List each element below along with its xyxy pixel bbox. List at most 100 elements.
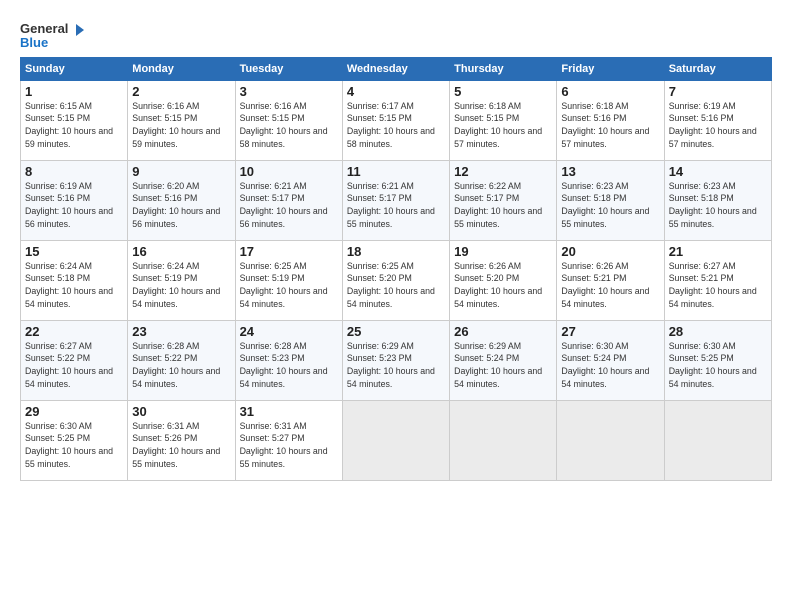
weekday-header-friday: Friday [557, 57, 664, 80]
day-number: 11 [347, 164, 445, 179]
day-number: 21 [669, 244, 767, 259]
calendar-cell: 7Sunrise: 6:19 AMSunset: 5:16 PMDaylight… [664, 80, 771, 160]
weekday-header-saturday: Saturday [664, 57, 771, 80]
day-info: Sunrise: 6:23 AMSunset: 5:18 PMDaylight:… [669, 180, 767, 231]
calendar-week-2: 8Sunrise: 6:19 AMSunset: 5:16 PMDaylight… [21, 160, 772, 240]
day-info: Sunrise: 6:18 AMSunset: 5:15 PMDaylight:… [454, 100, 552, 151]
calendar-week-3: 15Sunrise: 6:24 AMSunset: 5:18 PMDayligh… [21, 240, 772, 320]
day-info: Sunrise: 6:23 AMSunset: 5:18 PMDaylight:… [561, 180, 659, 231]
calendar-cell: 31Sunrise: 6:31 AMSunset: 5:27 PMDayligh… [235, 400, 342, 480]
day-number: 12 [454, 164, 552, 179]
calendar-week-4: 22Sunrise: 6:27 AMSunset: 5:22 PMDayligh… [21, 320, 772, 400]
day-number: 9 [132, 164, 230, 179]
day-info: Sunrise: 6:28 AMSunset: 5:22 PMDaylight:… [132, 340, 230, 391]
calendar-cell: 26Sunrise: 6:29 AMSunset: 5:24 PMDayligh… [450, 320, 557, 400]
calendar-week-5: 29Sunrise: 6:30 AMSunset: 5:25 PMDayligh… [21, 400, 772, 480]
day-number: 27 [561, 324, 659, 339]
calendar-cell: 20Sunrise: 6:26 AMSunset: 5:21 PMDayligh… [557, 240, 664, 320]
day-info: Sunrise: 6:21 AMSunset: 5:17 PMDaylight:… [240, 180, 338, 231]
calendar-cell: 19Sunrise: 6:26 AMSunset: 5:20 PMDayligh… [450, 240, 557, 320]
day-info: Sunrise: 6:19 AMSunset: 5:16 PMDaylight:… [25, 180, 123, 231]
calendar-cell: 23Sunrise: 6:28 AMSunset: 5:22 PMDayligh… [128, 320, 235, 400]
day-info: Sunrise: 6:20 AMSunset: 5:16 PMDaylight:… [132, 180, 230, 231]
calendar-cell: 2Sunrise: 6:16 AMSunset: 5:15 PMDaylight… [128, 80, 235, 160]
day-number: 23 [132, 324, 230, 339]
weekday-header-thursday: Thursday [450, 57, 557, 80]
logo: General Blue [20, 22, 72, 51]
day-info: Sunrise: 6:15 AMSunset: 5:15 PMDaylight:… [25, 100, 123, 151]
calendar-cell: 8Sunrise: 6:19 AMSunset: 5:16 PMDaylight… [21, 160, 128, 240]
day-info: Sunrise: 6:28 AMSunset: 5:23 PMDaylight:… [240, 340, 338, 391]
day-number: 10 [240, 164, 338, 179]
day-info: Sunrise: 6:24 AMSunset: 5:19 PMDaylight:… [132, 260, 230, 311]
day-number: 6 [561, 84, 659, 99]
calendar-cell [557, 400, 664, 480]
day-info: Sunrise: 6:25 AMSunset: 5:19 PMDaylight:… [240, 260, 338, 311]
day-number: 24 [240, 324, 338, 339]
day-info: Sunrise: 6:31 AMSunset: 5:26 PMDaylight:… [132, 420, 230, 471]
day-number: 26 [454, 324, 552, 339]
day-number: 2 [132, 84, 230, 99]
calendar-cell: 30Sunrise: 6:31 AMSunset: 5:26 PMDayligh… [128, 400, 235, 480]
day-info: Sunrise: 6:29 AMSunset: 5:24 PMDaylight:… [454, 340, 552, 391]
day-number: 22 [25, 324, 123, 339]
day-number: 14 [669, 164, 767, 179]
day-info: Sunrise: 6:26 AMSunset: 5:21 PMDaylight:… [561, 260, 659, 311]
header: General Blue [20, 18, 772, 51]
day-number: 13 [561, 164, 659, 179]
day-info: Sunrise: 6:21 AMSunset: 5:17 PMDaylight:… [347, 180, 445, 231]
day-number: 3 [240, 84, 338, 99]
calendar-cell: 14Sunrise: 6:23 AMSunset: 5:18 PMDayligh… [664, 160, 771, 240]
weekday-header-tuesday: Tuesday [235, 57, 342, 80]
calendar-cell: 12Sunrise: 6:22 AMSunset: 5:17 PMDayligh… [450, 160, 557, 240]
calendar-cell: 10Sunrise: 6:21 AMSunset: 5:17 PMDayligh… [235, 160, 342, 240]
day-info: Sunrise: 6:22 AMSunset: 5:17 PMDaylight:… [454, 180, 552, 231]
day-number: 7 [669, 84, 767, 99]
calendar-cell: 1Sunrise: 6:15 AMSunset: 5:15 PMDaylight… [21, 80, 128, 160]
day-number: 20 [561, 244, 659, 259]
calendar-cell: 24Sunrise: 6:28 AMSunset: 5:23 PMDayligh… [235, 320, 342, 400]
day-number: 16 [132, 244, 230, 259]
calendar-cell: 9Sunrise: 6:20 AMSunset: 5:16 PMDaylight… [128, 160, 235, 240]
calendar-week-1: 1Sunrise: 6:15 AMSunset: 5:15 PMDaylight… [21, 80, 772, 160]
calendar-cell [450, 400, 557, 480]
day-number: 5 [454, 84, 552, 99]
day-info: Sunrise: 6:16 AMSunset: 5:15 PMDaylight:… [240, 100, 338, 151]
day-number: 19 [454, 244, 552, 259]
calendar-cell: 4Sunrise: 6:17 AMSunset: 5:15 PMDaylight… [342, 80, 449, 160]
calendar-cell: 22Sunrise: 6:27 AMSunset: 5:22 PMDayligh… [21, 320, 128, 400]
calendar-cell: 27Sunrise: 6:30 AMSunset: 5:24 PMDayligh… [557, 320, 664, 400]
day-info: Sunrise: 6:25 AMSunset: 5:20 PMDaylight:… [347, 260, 445, 311]
calendar-cell: 21Sunrise: 6:27 AMSunset: 5:21 PMDayligh… [664, 240, 771, 320]
day-number: 30 [132, 404, 230, 419]
day-number: 4 [347, 84, 445, 99]
calendar-cell: 5Sunrise: 6:18 AMSunset: 5:15 PMDaylight… [450, 80, 557, 160]
day-number: 18 [347, 244, 445, 259]
day-info: Sunrise: 6:17 AMSunset: 5:15 PMDaylight:… [347, 100, 445, 151]
day-number: 8 [25, 164, 123, 179]
day-info: Sunrise: 6:29 AMSunset: 5:23 PMDaylight:… [347, 340, 445, 391]
weekday-header-wednesday: Wednesday [342, 57, 449, 80]
calendar-cell: 15Sunrise: 6:24 AMSunset: 5:18 PMDayligh… [21, 240, 128, 320]
day-number: 17 [240, 244, 338, 259]
day-info: Sunrise: 6:30 AMSunset: 5:25 PMDaylight:… [25, 420, 123, 471]
day-number: 25 [347, 324, 445, 339]
page: General Blue SundayMondayTuesdayWednesda… [0, 0, 792, 491]
day-info: Sunrise: 6:24 AMSunset: 5:18 PMDaylight:… [25, 260, 123, 311]
calendar-cell: 25Sunrise: 6:29 AMSunset: 5:23 PMDayligh… [342, 320, 449, 400]
calendar-cell [664, 400, 771, 480]
day-info: Sunrise: 6:16 AMSunset: 5:15 PMDaylight:… [132, 100, 230, 151]
calendar-cell [342, 400, 449, 480]
day-number: 29 [25, 404, 123, 419]
calendar-cell: 6Sunrise: 6:18 AMSunset: 5:16 PMDaylight… [557, 80, 664, 160]
weekday-header-monday: Monday [128, 57, 235, 80]
day-number: 31 [240, 404, 338, 419]
day-info: Sunrise: 6:26 AMSunset: 5:20 PMDaylight:… [454, 260, 552, 311]
day-info: Sunrise: 6:18 AMSunset: 5:16 PMDaylight:… [561, 100, 659, 151]
day-info: Sunrise: 6:30 AMSunset: 5:24 PMDaylight:… [561, 340, 659, 391]
weekday-header-sunday: Sunday [21, 57, 128, 80]
day-info: Sunrise: 6:30 AMSunset: 5:25 PMDaylight:… [669, 340, 767, 391]
calendar-cell: 18Sunrise: 6:25 AMSunset: 5:20 PMDayligh… [342, 240, 449, 320]
calendar-cell: 28Sunrise: 6:30 AMSunset: 5:25 PMDayligh… [664, 320, 771, 400]
day-info: Sunrise: 6:27 AMSunset: 5:21 PMDaylight:… [669, 260, 767, 311]
